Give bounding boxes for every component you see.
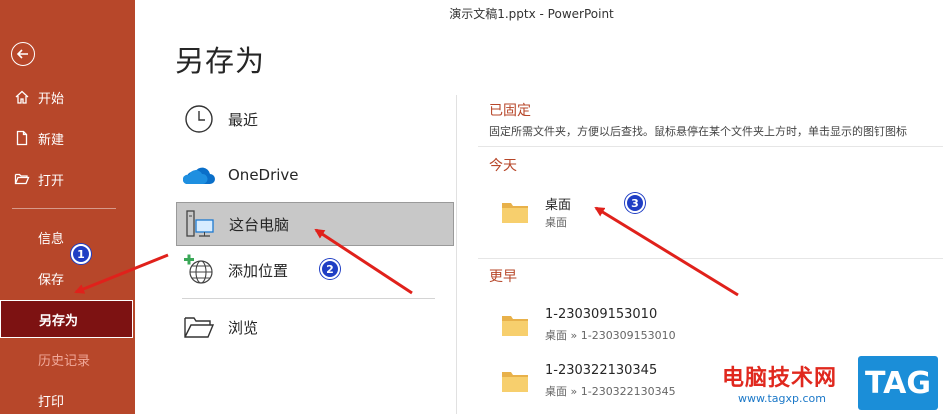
powerpoint-backstage: 开始 新建 打开 信息 保存 另存为 历史记录 打印 演示文稿1.pptx - …: [0, 0, 943, 414]
step-badge-3: 3: [625, 193, 645, 213]
watermark-tag-logo: TAG: [858, 356, 938, 410]
step-badge-1: 1: [71, 244, 91, 264]
annotation-arrows: [74, 206, 739, 297]
arrow-to-save-as: [74, 253, 169, 294]
watermark-url: www.tagxp.com: [738, 392, 826, 405]
watermark-text: 电脑技术网: [722, 366, 838, 391]
step-badge-2: 2: [320, 259, 340, 279]
arrow-to-desktop: [594, 206, 739, 297]
